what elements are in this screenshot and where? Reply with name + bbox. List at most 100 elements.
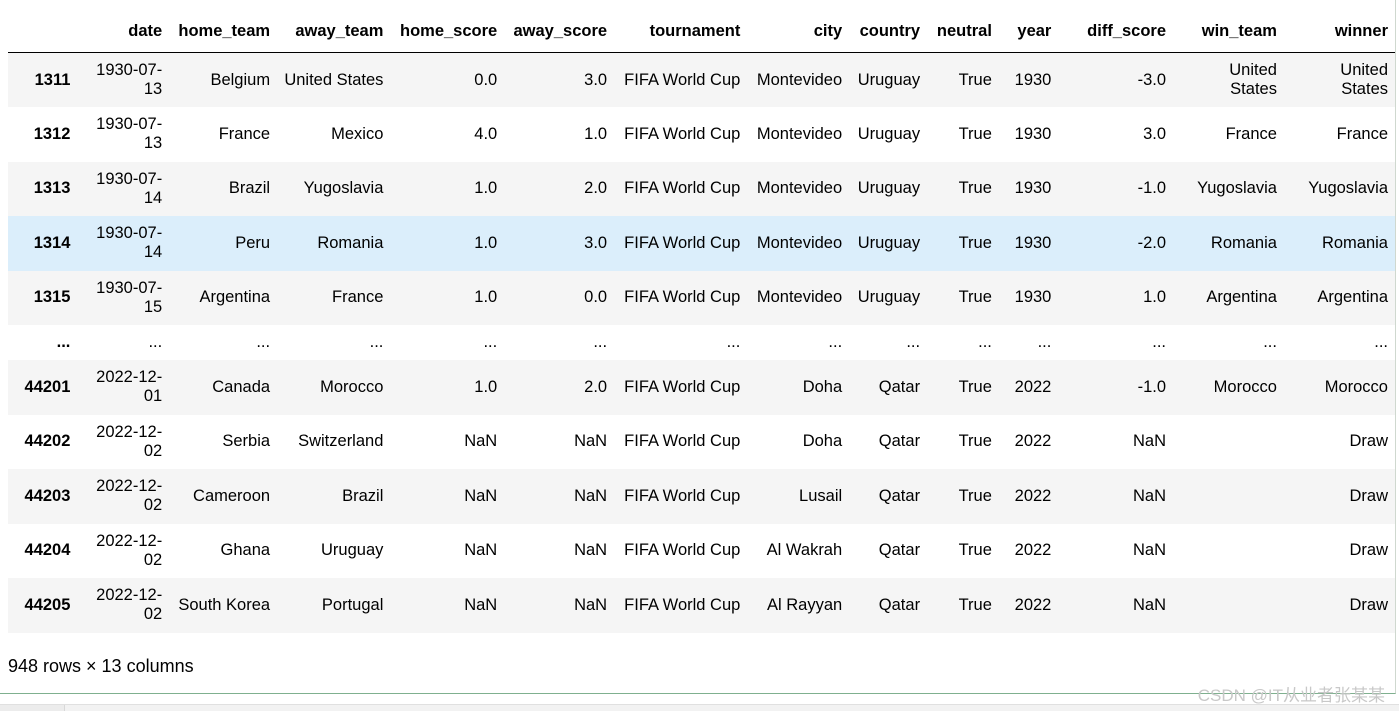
cell-diff-score: -1.0 bbox=[1137, 377, 1167, 396]
table-header: date home_team away_team home_score away_sco… bbox=[8, 10, 1395, 53]
cell-home-team: Argentina bbox=[199, 288, 271, 307]
cell-date: 2022-12-02 bbox=[96, 586, 163, 624]
cell-away-score: 0.0 bbox=[584, 288, 608, 307]
cell-city: Montevideo bbox=[756, 288, 843, 307]
cell-tournament: ... bbox=[726, 333, 741, 351]
cell-city: Montevideo bbox=[756, 233, 843, 252]
cell-year: 2022 bbox=[1014, 432, 1052, 451]
cell-winner: France bbox=[1336, 124, 1388, 143]
table-row: 1313 1930-07-14 Brazil Yugoslavia 1.0 2.0 FIFA… bbox=[8, 161, 1395, 216]
cell-away-team: Brazil bbox=[342, 486, 384, 505]
cell-home-team: ... bbox=[256, 333, 271, 351]
ellipsis-row: ........................................… bbox=[8, 325, 1395, 360]
cell-country: Qatar bbox=[878, 595, 921, 614]
cell-diff-score: -1.0 bbox=[1137, 179, 1167, 198]
cell-city: Montevideo bbox=[756, 70, 843, 89]
cell-city: Doha bbox=[802, 377, 843, 396]
cell-date: 1930-07-13 bbox=[96, 61, 163, 98]
watermark-text: CSDN @IT从业者张某某 bbox=[1197, 686, 1385, 705]
column-header-neutral: neutral bbox=[927, 10, 999, 53]
row-index: 1312 bbox=[33, 124, 71, 143]
cell-tournament: FIFA World Cup bbox=[624, 233, 741, 252]
cell-neutral: ... bbox=[978, 333, 992, 351]
cell-country: Uruguay bbox=[857, 233, 921, 252]
cell-city: Al Wakrah bbox=[766, 541, 843, 560]
cell-year: 1930 bbox=[1014, 124, 1052, 143]
table-row: 44205 2022-12-02 South Korea Portugal NaN NaN… bbox=[8, 578, 1395, 633]
column-header-year: year bbox=[998, 10, 1059, 53]
cell-country: ... bbox=[906, 333, 921, 351]
cell-diff-score: ... bbox=[1152, 333, 1167, 351]
dataframe-shape-text: 948 rows × 13 columns bbox=[8, 656, 194, 676]
cell-city: Montevideo bbox=[756, 179, 843, 198]
cell-win-team: France bbox=[1225, 124, 1277, 143]
cell-city: Al Rayyan bbox=[766, 595, 843, 614]
table-row: 1311 1930-07-13 Belgium United States 0.0 3.0… bbox=[8, 52, 1395, 107]
table-row: 44204 2022-12-02 Ghana Uruguay NaN NaN FIFA Wo… bbox=[8, 523, 1395, 578]
column-header-date: date bbox=[77, 10, 170, 53]
cell-home-score: 4.0 bbox=[474, 124, 498, 143]
cell-country: Qatar bbox=[878, 541, 921, 560]
cell-away-score: NaN bbox=[574, 595, 608, 614]
cell-country: Qatar bbox=[878, 377, 921, 396]
cell-home-team: Peru bbox=[235, 233, 271, 252]
cell-city: Doha bbox=[802, 432, 843, 451]
cell-home-score: NaN bbox=[464, 541, 498, 560]
cell-diff-score: NaN bbox=[1133, 541, 1167, 560]
row-index: 44201 bbox=[24, 377, 71, 396]
column-header-away-team: away_team bbox=[277, 10, 391, 53]
cell-home-score: NaN bbox=[464, 486, 498, 505]
cell-date: 1930-07-14 bbox=[96, 169, 163, 207]
cell-home-team: Brazil bbox=[228, 179, 271, 198]
cell-year: 1930 bbox=[1014, 70, 1052, 89]
cell-prompt-area bbox=[0, 705, 65, 711]
cell-home-score: 1.0 bbox=[474, 377, 498, 396]
row-index: 44205 bbox=[24, 595, 71, 614]
cell-winner: Draw bbox=[1349, 541, 1388, 560]
cell-win-team: Morocco bbox=[1213, 377, 1277, 396]
cell-home-score: 0.0 bbox=[474, 70, 498, 89]
cell-home-score: 1.0 bbox=[474, 233, 498, 252]
cell-home-team: Ghana bbox=[220, 541, 271, 560]
row-index: 1313 bbox=[33, 179, 71, 198]
cell-diff-score: NaN bbox=[1133, 595, 1167, 614]
cell-tournament: FIFA World Cup bbox=[624, 595, 741, 614]
cell-neutral: True bbox=[958, 541, 992, 560]
row-index: 1315 bbox=[33, 288, 71, 307]
notebook-output-area: date home_team away_team home_score away_sco… bbox=[0, 0, 1396, 694]
cell-win-team bbox=[1173, 578, 1284, 633]
cell-winner: Yugoslavia bbox=[1308, 179, 1388, 198]
cell-diff-score: 1.0 bbox=[1143, 288, 1167, 307]
cell-year: 2022 bbox=[1014, 541, 1052, 560]
table-row: 1312 1930-07-13 France Mexico 4.0 1.0 FIFA Wor… bbox=[8, 107, 1395, 162]
cell-win-team bbox=[1173, 469, 1284, 524]
column-header-city: city bbox=[747, 10, 850, 53]
cell-year: 1930 bbox=[1014, 179, 1052, 198]
cell-winner: Argentina bbox=[1317, 288, 1388, 307]
cell-year: ... bbox=[1037, 333, 1052, 351]
cell-diff-score: -2.0 bbox=[1137, 233, 1167, 252]
cell-win-team bbox=[1173, 415, 1284, 470]
cell-neutral: True bbox=[958, 595, 992, 614]
cell-away-team: ... bbox=[369, 333, 384, 351]
index-header bbox=[8, 10, 78, 53]
cell-date: ... bbox=[148, 333, 163, 351]
cell-winner: United States bbox=[1340, 61, 1388, 98]
cell-neutral: True bbox=[958, 124, 992, 143]
row-index: 1314 bbox=[33, 233, 71, 252]
cell-win-team: ... bbox=[1263, 333, 1277, 351]
cell-year: 2022 bbox=[1014, 595, 1052, 614]
cell-date: 1930-07-15 bbox=[96, 278, 163, 316]
cell-away-team: Romania bbox=[317, 233, 384, 252]
cell-tournament: FIFA World Cup bbox=[624, 432, 741, 451]
cell-home-score: NaN bbox=[464, 432, 498, 451]
table-row: 1315 1930-07-15 Argentina France 1.0 0.0 FIFA … bbox=[8, 270, 1395, 325]
cell-tournament: FIFA World Cup bbox=[624, 486, 741, 505]
cell-tournament: FIFA World Cup bbox=[624, 179, 741, 198]
header-row: date home_team away_team home_score away_sco… bbox=[8, 10, 1395, 53]
column-header-win-team: win_team bbox=[1173, 10, 1284, 53]
cell-year: 1930 bbox=[1014, 233, 1052, 252]
cell-home-team: Belgium bbox=[210, 70, 271, 89]
cell-home-team: Canada bbox=[212, 377, 271, 396]
cell-away-score: ... bbox=[593, 333, 608, 351]
